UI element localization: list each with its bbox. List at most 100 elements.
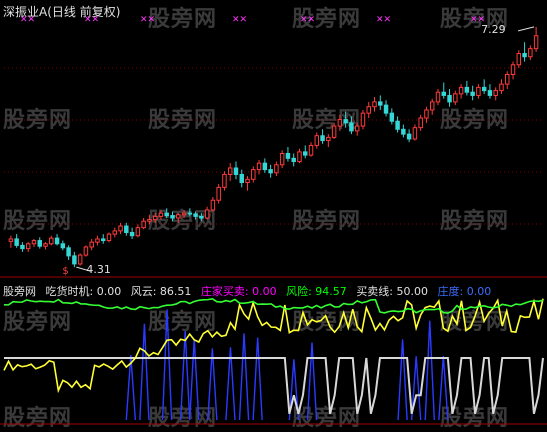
candle-up [227,167,233,175]
candle-up [245,178,250,184]
candle-up [297,151,302,163]
candle-up [210,199,216,211]
zhuangdu-line [189,338,200,421]
candle-down [395,120,400,130]
candle-up [95,238,100,243]
candle-down [72,255,77,265]
candle-down [262,162,268,171]
candle-up [83,246,89,256]
candle-down [303,151,308,156]
candle-up [429,101,435,111]
candle-up [274,164,279,174]
zhuangdu-line [438,355,449,421]
dollar-marker: $ [62,266,68,277]
candle-down [349,122,354,132]
candle-down [487,90,493,96]
indicator-value-maimaixian: 买卖线: 50.00 [356,285,429,298]
signal-marker: ✕✕ [84,15,99,25]
candle-up [25,243,31,250]
candle-up [516,53,522,66]
candle-up [337,119,343,127]
zhuangdu-line [252,337,263,421]
candle-up [77,254,83,265]
indicator-value-zhuangdu: 庄度: 0.00 [437,285,492,298]
candle-up [366,106,371,114]
indicator-value-zhuangjia: 庄家买卖: 0.00 [200,285,277,298]
candle-up [326,136,331,142]
candle-up [158,212,164,217]
candle-down [54,237,60,245]
candle-up [141,220,146,229]
candle-up [314,135,320,146]
candle-down [193,213,198,217]
candle-up [106,233,112,242]
zhuangdu-line [238,333,250,421]
zhuangdu-line [306,342,318,421]
candle-down [401,128,406,135]
indicator-name: 股旁网 [3,285,36,298]
candle-up [499,83,504,92]
candle-up [89,241,94,248]
candle-up [135,227,141,237]
low-price-label: 4.31 [86,263,111,277]
candle-down [20,244,25,250]
candle-down [199,215,204,219]
candle-down [447,94,452,103]
candle-up [49,237,54,245]
candle-up [43,243,48,247]
candle-down [66,247,71,257]
signal-marker: ✕✕ [140,15,155,25]
signal-marker: ✕✕ [232,15,247,25]
zhuangdu-line [424,320,435,421]
price-chart[interactable]: ✕✕ ✕✕ ✕✕ ✕✕ ✕✕ ✕✕ ✕✕$ [0,0,547,426]
candle-up [222,173,227,188]
candle-up [251,169,256,180]
candle-up [453,93,458,103]
candle-down [233,167,239,175]
candle-down [268,169,273,174]
indicator-value-fengxian: 风险: 94.57 [286,285,347,298]
candle-down [378,101,383,106]
candle-up [181,212,187,216]
candle-up [112,230,118,235]
candle-up [216,186,221,201]
candle-up [8,238,14,242]
candle-up [354,125,360,132]
candle-up [147,219,152,222]
zhuangdu-line [161,309,173,421]
candle-down [481,86,487,92]
candle-up [360,112,366,127]
candle-up [308,144,314,156]
indicator-value-fengyun: 风云: 86.51 [130,285,192,298]
zhuangdu-line [179,330,191,421]
candle-down [187,212,193,215]
candle-down [441,91,446,96]
candle-down [406,133,412,140]
candle-up [510,64,516,75]
candle-down [101,238,106,242]
candle-down [124,225,129,233]
candle-down [129,231,135,237]
candle-up [279,152,285,166]
candle-down [37,240,42,247]
candle-down [14,238,19,246]
candle-down [320,135,325,142]
candle-down [239,173,244,184]
candle-up [493,90,498,96]
candle-down [389,112,395,122]
candle-up [528,48,533,58]
candle-down [343,119,348,124]
high-price-label: 7.29 [481,22,506,36]
candle-up [256,162,262,171]
candle-down [60,243,66,249]
zhuangdu-line [207,348,218,421]
indicator-header: 股旁网 吃货时机: 0.00 风云: 86.51 庄家买卖: 0.00 风险: … [3,283,491,299]
zhuangdu-line [139,323,150,421]
candle-up [331,125,337,138]
signal-marker: ✕✕ [376,15,391,25]
candle-up [435,91,441,103]
candle-up [31,240,37,245]
candle-up [152,215,158,221]
signal-marker: ✕✕ [300,15,315,25]
candle-up [118,225,123,232]
